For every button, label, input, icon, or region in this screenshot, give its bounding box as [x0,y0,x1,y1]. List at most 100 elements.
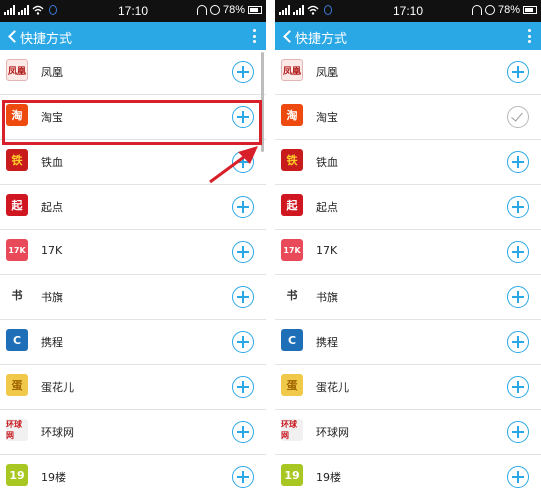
add-button[interactable] [507,151,529,173]
tiexue-logo: 铁 [6,149,28,171]
item-label: 铁血 [316,156,338,169]
add-button[interactable] [507,376,529,398]
item-label: 携程 [41,336,63,349]
list-item[interactable]: 淘 淘宝 [0,95,266,140]
item-label: 蛋花儿 [41,381,74,394]
shuqi-logo: 书 [281,284,303,306]
shortcut-list: 凤凰 凤凰 淘 淘宝 铁 铁血 起 起点 17K 17K 书 书旗 C 携程 蛋… [0,50,266,490]
qidian-logo: 起 [6,194,28,216]
item-label: 书旗 [316,291,338,304]
shuqi-logo: 书 [6,284,28,306]
item-label: 铁血 [41,156,63,169]
item-label: 蛋花儿 [316,381,349,394]
taobao-logo: 淘 [6,104,28,126]
item-label: 19楼 [41,471,66,484]
huanqiu-logo: 环球网 [281,419,303,441]
status-right: 78% [196,4,262,16]
qidian-logo: 起 [281,194,303,216]
list-item[interactable]: 书 书旗 [0,275,266,320]
add-button[interactable] [507,196,529,218]
app-bar: 快捷方式 [275,22,541,50]
page-title: 快捷方式 [295,32,348,47]
status-bar: 17:10 78% [0,0,266,22]
page-title: 快捷方式 [20,32,73,47]
danhuar-logo: 蛋 [281,374,303,396]
battery-percent: 78% [497,4,520,16]
huanqiu-logo: 环球网 [6,419,28,441]
add-button[interactable] [507,61,529,83]
status-right: 78% [471,4,537,16]
added-check-icon[interactable] [507,106,529,128]
fenghuang-logo: 凤凰 [281,59,303,81]
add-button[interactable] [507,421,529,443]
item-label: 19楼 [316,471,341,484]
battery-icon [523,6,537,14]
xiecheng-logo: C [6,329,28,351]
item-label: 17K [316,244,338,257]
l19-logo: 19 [6,464,28,486]
list-item[interactable]: C 携程 [275,320,541,365]
list-item[interactable]: 蛋 蛋花儿 [0,365,266,410]
list-item[interactable]: 书 书旗 [275,275,541,320]
list-item[interactable]: C 携程 [0,320,266,365]
list-item[interactable]: 17K 17K [0,230,266,275]
add-button[interactable] [232,286,254,308]
list-item[interactable]: 17K 17K [275,230,541,275]
l19-logo: 19 [281,464,303,486]
fenghuang-logo: 凤凰 [6,59,28,81]
add-button[interactable] [232,376,254,398]
scrollbar[interactable] [261,52,264,152]
item-label: 淘宝 [316,111,338,124]
add-button[interactable] [232,421,254,443]
k17-logo: 17K [6,239,28,261]
item-label: 起点 [41,201,63,214]
more-menu-icon[interactable] [252,29,256,43]
list-item[interactable]: 起 起点 [275,185,541,230]
add-button[interactable] [232,106,254,128]
right-screen: 17:10 78% 快捷方式 凤凰 凤凰 淘 淘宝 铁 铁血 起 起点 17K … [275,0,541,490]
arrow-annotation [209,146,258,184]
danhuar-logo: 蛋 [6,374,28,396]
list-item[interactable]: 凤凰 凤凰 [275,50,541,95]
more-menu-icon[interactable] [527,29,531,43]
item-label: 凤凰 [316,66,338,79]
item-label: 携程 [316,336,338,349]
list-item[interactable]: 19 19楼 [0,455,266,490]
list-item[interactable]: 铁 铁血 [275,140,541,185]
list-item[interactable]: 起 起点 [0,185,266,230]
add-button[interactable] [507,466,529,488]
add-button[interactable] [232,241,254,263]
left-screen: 17:10 78% 快捷方式 凤凰 凤凰 淘 淘宝 铁 铁血 起 起点 17K … [0,0,266,490]
app-bar: 快捷方式 [0,22,266,50]
battery-percent: 78% [222,4,245,16]
alarm-icon [484,5,495,15]
list-item[interactable]: 19 19楼 [275,455,541,490]
item-label: 书旗 [41,291,63,304]
item-label: 凤凰 [41,66,63,79]
add-button[interactable] [232,466,254,488]
item-label: 环球网 [316,426,349,439]
list-item[interactable]: 淘 淘宝 [275,95,541,140]
list-item[interactable]: 蛋 蛋花儿 [275,365,541,410]
k17-logo: 17K [281,239,303,261]
tiexue-logo: 铁 [281,149,303,171]
add-button[interactable] [232,331,254,353]
item-label: 17K [41,244,63,257]
add-button[interactable] [232,196,254,218]
add-button[interactable] [232,61,254,83]
add-button[interactable] [507,241,529,263]
list-item[interactable]: 凤凰 凤凰 [0,50,266,95]
xiecheng-logo: C [281,329,303,351]
list-item[interactable]: 环球网 环球网 [0,410,266,455]
battery-icon [248,6,262,14]
headphone-icon [471,5,482,15]
list-item[interactable]: 环球网 环球网 [275,410,541,455]
shortcut-list: 凤凰 凤凰 淘 淘宝 铁 铁血 起 起点 17K 17K 书 书旗 C 携程 蛋… [275,50,541,490]
headphone-icon [196,5,207,15]
taobao-logo: 淘 [281,104,303,126]
alarm-icon [209,5,220,15]
item-label: 环球网 [41,426,74,439]
status-bar: 17:10 78% [275,0,541,22]
add-button[interactable] [507,286,529,308]
add-button[interactable] [507,331,529,353]
